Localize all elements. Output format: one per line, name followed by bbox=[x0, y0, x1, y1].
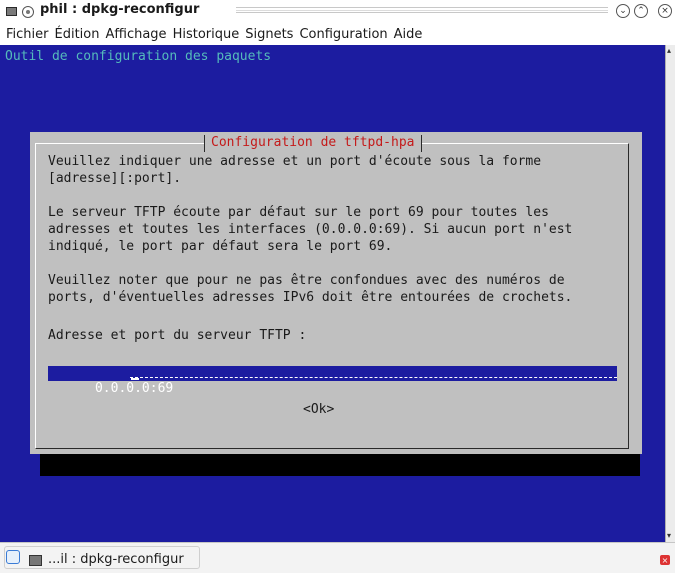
window-title: phil : dpkg-reconfigur bbox=[40, 2, 200, 17]
menu-edition[interactable]: Édition bbox=[55, 27, 100, 42]
menu-aide[interactable]: Aide bbox=[394, 27, 423, 42]
terminal-icon bbox=[29, 555, 42, 566]
dialog-text-line: Le serveur TFTP écoute par défaut sur le… bbox=[48, 205, 549, 220]
title-bar-decoration bbox=[236, 7, 608, 13]
config-dialog: Configuration de tftpd-hpa Veuillez indi… bbox=[30, 132, 642, 454]
text-cursor bbox=[131, 378, 139, 380]
dialog-text-line: ports, d'éventuelles adresses IPv6 doit … bbox=[48, 290, 573, 305]
scroll-down-icon[interactable]: ▾ bbox=[667, 532, 671, 540]
minimize-icon[interactable]: ⌄ bbox=[616, 4, 630, 18]
pin-icon[interactable] bbox=[22, 6, 34, 18]
terminal-scrollbar[interactable]: ▴ ▾ bbox=[665, 45, 675, 542]
ok-button[interactable]: <Ok> bbox=[303, 402, 334, 417]
taskbar-task[interactable]: ...il : dpkg-reconfigur bbox=[4, 546, 200, 569]
input-label: Adresse et port du serveur TFTP : bbox=[48, 328, 307, 343]
scroll-up-icon[interactable]: ▴ bbox=[667, 47, 671, 55]
maximize-icon[interactable]: ⌃ bbox=[634, 4, 648, 18]
terminal-icon[interactable] bbox=[6, 7, 17, 16]
dialog-text-line: Veuillez noter que pour ne pas être conf… bbox=[48, 273, 565, 288]
tftp-address-input[interactable]: 0.0.0.0:69 bbox=[48, 366, 617, 396]
dialog-text-line: adresses et toutes les interfaces (0.0.0… bbox=[48, 222, 573, 237]
taskbar-task-label: ...il : dpkg-reconfigur bbox=[48, 552, 184, 567]
menu-historique[interactable]: Historique bbox=[173, 27, 240, 42]
taskbar: ...il : dpkg-reconfigur × bbox=[0, 542, 675, 573]
terminal-area[interactable]: Outil de configuration des paquets Confi… bbox=[0, 45, 665, 542]
title-bar[interactable]: phil : dpkg-reconfigur ⌄ ⌃ × bbox=[0, 0, 675, 23]
menu-bar: Fichier Édition Affichage Historique Sig… bbox=[0, 23, 675, 45]
close-icon[interactable]: × bbox=[658, 4, 672, 18]
close-icon[interactable]: × bbox=[660, 555, 670, 565]
dialog-text-line: indiqué, le port par défaut sera le port… bbox=[48, 239, 393, 254]
input-fill-line bbox=[130, 377, 617, 378]
input-value: 0.0.0.0:69 bbox=[94, 381, 174, 396]
dialog-text-line: [adresse][:port]. bbox=[48, 171, 182, 186]
menu-signets[interactable]: Signets bbox=[245, 27, 293, 42]
menu-configuration[interactable]: Configuration bbox=[299, 27, 387, 42]
menu-fichier[interactable]: Fichier bbox=[6, 27, 49, 42]
menu-affichage[interactable]: Affichage bbox=[105, 27, 166, 42]
dialog-text-line: Veuillez indiquer une adresse et un port… bbox=[48, 154, 542, 169]
terminal-header: Outil de configuration des paquets bbox=[5, 49, 272, 64]
dialog-title: Configuration de tftpd-hpa bbox=[204, 135, 422, 152]
